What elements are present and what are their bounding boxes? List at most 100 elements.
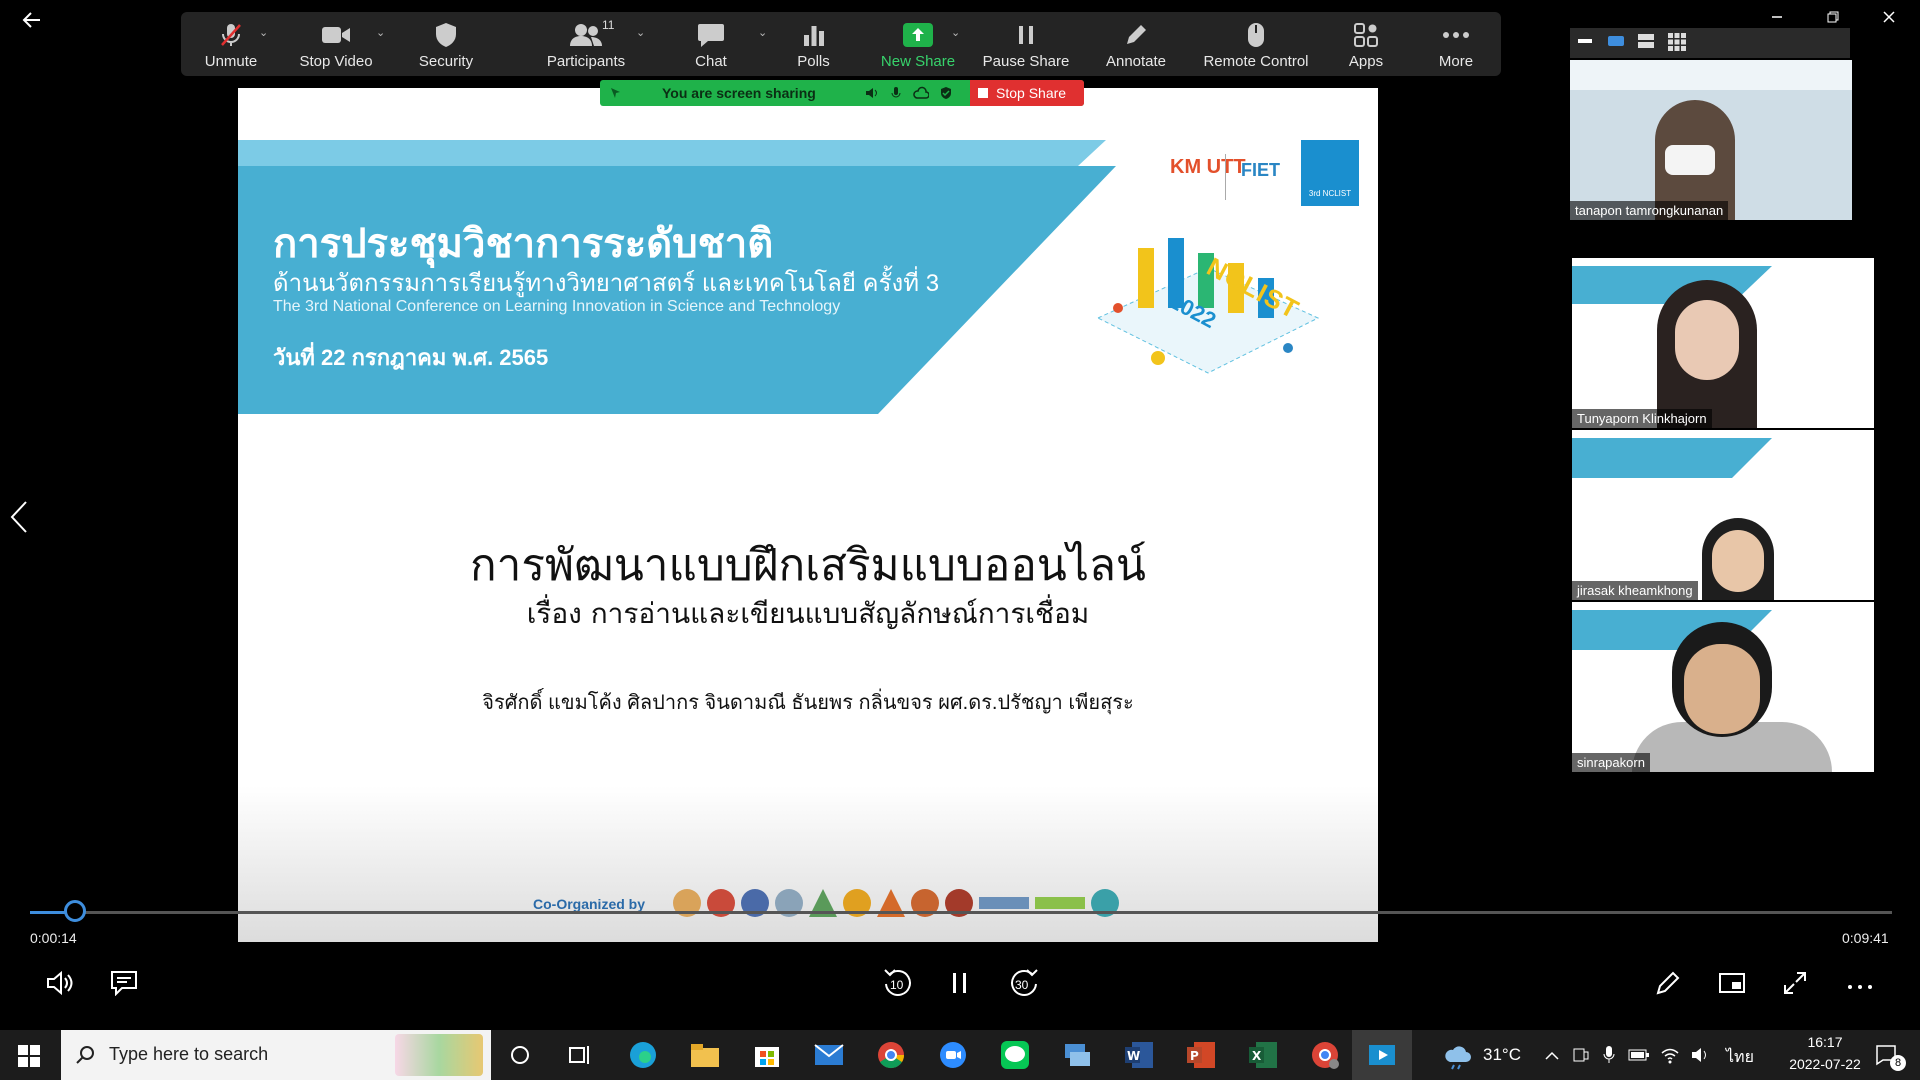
microphone-tray-icon[interactable]: [1602, 1045, 1616, 1065]
participants-count-badge: 11: [602, 18, 615, 32]
presentation-title: การพัฒนาแบบฝึกเสริมแบบออนไลน์: [469, 540, 1146, 591]
pause-icon: [1008, 19, 1044, 51]
screen-sharing-text: You are screen sharing: [662, 85, 816, 101]
file-explorer-icon[interactable]: [688, 1038, 722, 1072]
zoom-app-icon[interactable]: [936, 1038, 970, 1072]
strip-view-icon[interactable]: [1638, 34, 1654, 48]
more-options-icon[interactable]: [1846, 978, 1874, 989]
minimize-panel-icon[interactable]: [1578, 39, 1592, 43]
chevron-down-icon[interactable]: ⌄: [951, 26, 961, 39]
wifi-icon[interactable]: [1660, 1046, 1680, 1064]
banner-subtitle: ด้านนวัตกรรมการเรียนรู้ทางวิทยาศาสตร์ แล…: [273, 270, 940, 297]
drag-handle-icon[interactable]: [608, 85, 624, 101]
close-icon[interactable]: [1882, 10, 1896, 24]
new-share-button[interactable]: New Share: [868, 12, 968, 76]
chevron-down-icon[interactable]: ⌄: [758, 26, 768, 39]
stop-share-button[interactable]: Stop Share: [970, 80, 1084, 106]
shield-icon: [428, 19, 464, 51]
mail-icon[interactable]: [812, 1038, 846, 1072]
gallery-view-controls: [1570, 28, 1850, 58]
speaker-view-icon[interactable]: [1608, 36, 1624, 46]
grid-view-icon[interactable]: [1668, 33, 1686, 51]
media-player-icon[interactable]: [1365, 1038, 1399, 1072]
stop-video-button[interactable]: Stop Video: [281, 12, 391, 76]
participant-video-tile[interactable]: sinrapakorn: [1572, 602, 1874, 772]
share-status-icons: [865, 86, 965, 102]
task-view-icon[interactable]: [563, 1038, 597, 1072]
edge-browser-icon[interactable]: [626, 1038, 660, 1072]
participant-video-tile[interactable]: Tunyaporn Klinkhajorn: [1572, 258, 1874, 428]
mouse-icon: [1238, 19, 1274, 51]
powerpoint-icon[interactable]: P: [1184, 1038, 1218, 1072]
annotate-button[interactable]: Annotate: [1086, 12, 1186, 76]
security-button[interactable]: Security: [396, 12, 496, 76]
weather-icon[interactable]: [1444, 1042, 1474, 1070]
taskbar-search-box[interactable]: Type here to search: [61, 1030, 491, 1080]
ellipsis-icon: [1438, 19, 1474, 51]
remote-control-button[interactable]: Remote Control: [1191, 12, 1321, 76]
unmute-button[interactable]: Unmute: [181, 12, 281, 76]
minimize-icon[interactable]: [1770, 10, 1784, 24]
progress-track[interactable]: [30, 911, 1892, 914]
fullscreen-icon[interactable]: [1782, 970, 1808, 996]
skip-forward-seconds: 30: [1015, 978, 1029, 992]
participant-name: sinrapakorn: [1572, 753, 1650, 772]
pause-share-button[interactable]: Pause Share: [971, 12, 1081, 76]
authors-line: จิรศักดิ์ แขมโค้ง ศิลปากร จินดามณี ธันยพ…: [482, 692, 1134, 714]
volume-icon[interactable]: [46, 970, 76, 996]
more-label: More: [1438, 53, 1474, 70]
microphone-icon: [891, 87, 901, 98]
line-app-icon[interactable]: [998, 1038, 1032, 1072]
skip-back-button[interactable]: 10: [882, 966, 914, 1000]
apps-button[interactable]: Apps: [1331, 12, 1401, 76]
chevron-down-icon[interactable]: ⌄: [376, 26, 386, 39]
video-camera-icon: [318, 19, 354, 51]
polls-button[interactable]: Polls: [771, 12, 856, 76]
cortana-icon[interactable]: [503, 1038, 537, 1072]
search-placeholder: Type here to search: [109, 1044, 269, 1064]
participant-face: [1684, 644, 1760, 734]
battery-icon[interactable]: [1628, 1048, 1650, 1062]
network-app-icon[interactable]: [1060, 1038, 1094, 1072]
clock-date[interactable]: 2022-07-22: [1770, 1056, 1880, 1072]
edit-pencil-icon[interactable]: [1655, 970, 1681, 996]
participant-video-tile[interactable]: tanapon tamrongkunanan: [1570, 60, 1852, 220]
security-label: Security: [418, 53, 474, 70]
input-language[interactable]: ไทย: [1726, 1045, 1754, 1070]
windows-start-icon[interactable]: [18, 1045, 40, 1067]
partner-logos: [673, 886, 1123, 920]
back-arrow-icon[interactable]: [20, 8, 44, 32]
chevron-down-icon[interactable]: ⌄: [636, 26, 646, 39]
progress-scrubber[interactable]: [64, 900, 86, 922]
skip-forward-button[interactable]: 30: [1008, 966, 1040, 1000]
restore-icon[interactable]: [1826, 10, 1840, 24]
chevron-up-icon[interactable]: [1544, 1048, 1560, 1062]
chevron-left-icon[interactable]: [8, 500, 32, 534]
captions-icon[interactable]: [110, 970, 138, 997]
remote-control-label: Remote Control: [1203, 53, 1309, 70]
picture-in-picture-icon[interactable]: [1718, 972, 1746, 994]
kmutt-logo: KM UTT: [1170, 156, 1246, 178]
chrome-icon[interactable]: [874, 1038, 908, 1072]
banner-english-title: The 3rd National Conference on Learning …: [273, 298, 841, 315]
microsoft-store-icon[interactable]: [750, 1038, 784, 1072]
skip-back-seconds: 10: [890, 978, 904, 992]
annotate-label: Annotate: [1105, 53, 1167, 70]
participants-button[interactable]: Participants: [511, 12, 661, 76]
volume-tray-icon[interactable]: [1690, 1046, 1710, 1064]
pause-button[interactable]: [950, 970, 970, 996]
fiet-logo: FIET: [1241, 160, 1280, 180]
ais-logo: [1035, 897, 1085, 909]
participant-video-tile[interactable]: jirasak kheamkhong: [1572, 430, 1874, 600]
chat-button[interactable]: Chat: [661, 12, 761, 76]
meeting-toolbar: Unmute ⌄ Stop Video ⌄ Security Participa…: [181, 12, 1501, 76]
microsoft-logo: [979, 897, 1029, 909]
word-icon[interactable]: W: [1122, 1038, 1156, 1072]
co-organized-label: Co-Organized by: [533, 896, 646, 912]
chevron-down-icon[interactable]: ⌄: [259, 26, 269, 39]
more-button[interactable]: More: [1416, 12, 1496, 76]
excel-icon[interactable]: X: [1246, 1038, 1280, 1072]
clock-time[interactable]: 16:17: [1790, 1034, 1860, 1050]
device-icon[interactable]: [1572, 1046, 1590, 1064]
chrome-profile-icon[interactable]: [1308, 1038, 1342, 1072]
